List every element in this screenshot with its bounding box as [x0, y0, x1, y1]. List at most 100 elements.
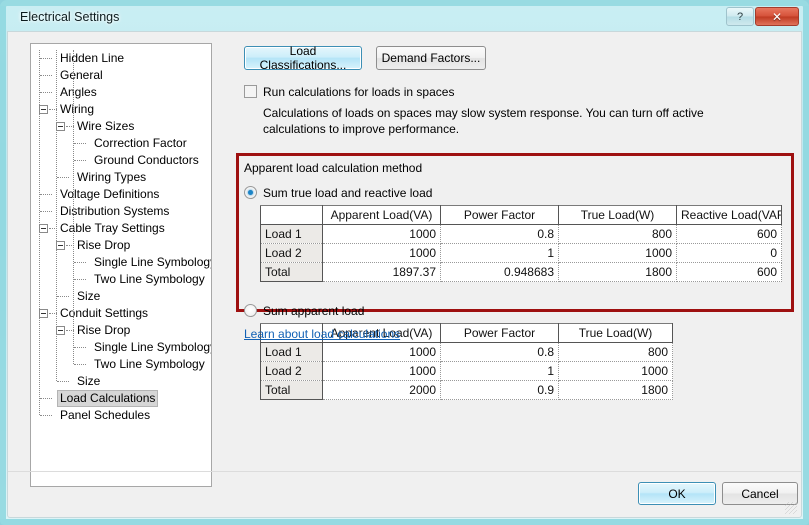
radio-sum-apparent-row[interactable]: Sum apparent load	[244, 304, 364, 318]
tree-connector	[74, 364, 86, 366]
tree-item-hidden-line[interactable]: Hidden Line	[31, 50, 211, 67]
sum-true-load-table: Apparent Load(VA) Power Factor True Load(W…	[260, 205, 782, 282]
table-cell: 0.948683	[440, 262, 559, 282]
table-row: Load 2 1000 1 1000 0	[260, 243, 782, 263]
tree-item-single-line-symbology[interactable]: Single Line Symbology	[31, 254, 211, 271]
tree-item-correction-factor[interactable]: Correction Factor	[31, 135, 211, 152]
ok-button[interactable]: OK	[638, 482, 716, 505]
table-cell: 800	[558, 342, 673, 362]
tree-item-label: Panel Schedules	[60, 408, 151, 422]
run-calculations-checkbox[interactable]	[244, 85, 257, 98]
table-cell: 1	[440, 361, 559, 381]
title-bar: Electrical Settings ? ✕	[6, 6, 803, 30]
load-classifications-button[interactable]: Load Classifications...	[244, 44, 362, 72]
tree-connector	[40, 398, 52, 400]
column-header: Power Factor	[440, 323, 559, 343]
column-header: True Load(W)	[558, 205, 677, 225]
tree-item-label: Rise Drop	[77, 323, 131, 337]
radio-sum-true-label: Sum true load and reactive load	[263, 186, 433, 200]
table-cell: 1000	[558, 243, 677, 263]
apparent-load-group-label: Apparent load calculation method	[244, 161, 423, 175]
run-calculations-label: Run calculations for loads in spaces	[263, 85, 455, 99]
table-cell: 1800	[558, 262, 677, 282]
row-label: Total	[260, 262, 323, 282]
tree-item-wiring[interactable]: Wiring	[31, 101, 211, 118]
tree-connector	[74, 160, 86, 162]
dialog-window: Electrical Settings ? ✕ Hidden Line Gener…	[0, 0, 809, 525]
tree-item-distribution-systems[interactable]: Distribution Systems	[31, 203, 211, 220]
table-cell: 600	[676, 224, 782, 244]
column-header: Apparent Load(VA)	[322, 205, 441, 225]
table-cell: 1800	[558, 380, 673, 400]
tree-connector	[74, 143, 86, 145]
tree-item-label: Hidden Line	[60, 51, 125, 65]
tree-connector	[57, 296, 69, 298]
tree-item-label: Two Line Symbology	[94, 357, 205, 371]
tree-item-two-line-symbology[interactable]: Two Line Symbology	[31, 356, 211, 373]
table-cell: 1897.37	[322, 262, 441, 282]
tree-item-load-calculations[interactable]: Load Calculations	[31, 390, 211, 407]
client-area: Hidden Line General Angles Wiring Wire Sizes…	[7, 31, 802, 518]
radio-sum-true-load[interactable]	[244, 186, 257, 199]
table-row: Load 1 1000 0.8 800	[260, 342, 673, 362]
tree-item-size[interactable]: Size	[31, 288, 211, 305]
tree-item-label: Angles	[60, 85, 97, 99]
close-icon[interactable]: ✕	[755, 7, 799, 26]
tree-item-rise-drop[interactable]: Rise Drop	[31, 322, 211, 339]
tree-item-two-line-symbology[interactable]: Two Line Symbology	[31, 271, 211, 288]
tree-item-conduit-settings[interactable]: Conduit Settings	[31, 305, 211, 322]
run-calculations-description: Calculations of loads on spaces may slow…	[263, 106, 704, 136]
table-header-row: Apparent Load(VA) Power Factor True Load(W…	[260, 205, 782, 225]
tree-item-label: Wire Sizes	[77, 119, 135, 133]
row-label: Load 2	[260, 361, 323, 381]
tree-connector	[40, 415, 52, 417]
settings-tree-panel[interactable]: Hidden Line General Angles Wiring Wire Sizes…	[30, 43, 212, 487]
tree-item-wire-sizes[interactable]: Wire Sizes	[31, 118, 211, 135]
tree-connector	[40, 58, 52, 60]
tree-item-single-line-symbology[interactable]: Single Line Symbology	[31, 339, 211, 356]
caption-button-group: ? ✕	[725, 7, 799, 26]
tree-connector	[40, 194, 52, 196]
tree-item-cable-tray-settings[interactable]: Cable Tray Settings	[31, 220, 211, 237]
tree-item-rise-drop[interactable]: Rise Drop	[31, 237, 211, 254]
row-label: Total	[260, 380, 323, 400]
tree-item-label: General	[60, 68, 103, 82]
tree-item-label: Size	[77, 374, 101, 388]
tree-item-label: Size	[77, 289, 101, 303]
tree-item-angles[interactable]: Angles	[31, 84, 211, 101]
demand-factors-button[interactable]: Demand Factors...	[376, 46, 486, 70]
tree-item-label: Two Line Symbology	[94, 272, 205, 286]
settings-tree: Hidden Line General Angles Wiring Wire Sizes…	[31, 44, 211, 424]
tree-item-size[interactable]: Size	[31, 373, 211, 390]
column-header: Reactive Load(VAR)	[676, 205, 782, 225]
run-calculations-checkbox-row[interactable]: Run calculations for loads in spaces	[244, 85, 764, 99]
tree-connector	[74, 347, 86, 349]
table-cell: 1000	[322, 224, 441, 244]
radio-sum-apparent-load[interactable]	[244, 304, 257, 317]
tree-connector	[57, 177, 69, 179]
tree-item-label: Load Calculations	[57, 390, 159, 407]
tree-item-panel-schedules[interactable]: Panel Schedules	[31, 407, 211, 424]
row-label: Load 1	[260, 224, 323, 244]
resize-grip[interactable]	[785, 502, 797, 514]
help-button[interactable]: ?	[726, 7, 754, 26]
table-cell: 0.9	[440, 380, 559, 400]
tree-connector	[57, 381, 69, 383]
tree-rail	[73, 50, 75, 364]
table-row: Total 2000 0.9 1800	[260, 380, 673, 400]
tree-item-wiring-types[interactable]: Wiring Types	[31, 169, 211, 186]
tree-item-general[interactable]: General	[31, 67, 211, 84]
tree-item-label: Single Line Symbology	[94, 340, 212, 354]
table-cell: 0.8	[440, 224, 559, 244]
table-row: Total 1897.37 0.948683 1800 600	[260, 262, 782, 282]
row-label: Load 1	[260, 342, 323, 362]
tree-connector	[74, 262, 86, 264]
tree-item-voltage-definitions[interactable]: Voltage Definitions	[31, 186, 211, 203]
tree-item-ground-conductors[interactable]: Ground Conductors	[31, 152, 211, 169]
table-cell: 1000	[322, 361, 441, 381]
tree-item-label: Wiring Types	[77, 170, 147, 184]
radio-sum-true-row[interactable]: Sum true load and reactive load	[244, 186, 432, 200]
tree-item-label: Conduit Settings	[60, 306, 149, 320]
learn-about-load-calculations-link[interactable]: Learn about load calculations	[244, 327, 400, 341]
tree-item-label: Rise Drop	[77, 238, 131, 252]
